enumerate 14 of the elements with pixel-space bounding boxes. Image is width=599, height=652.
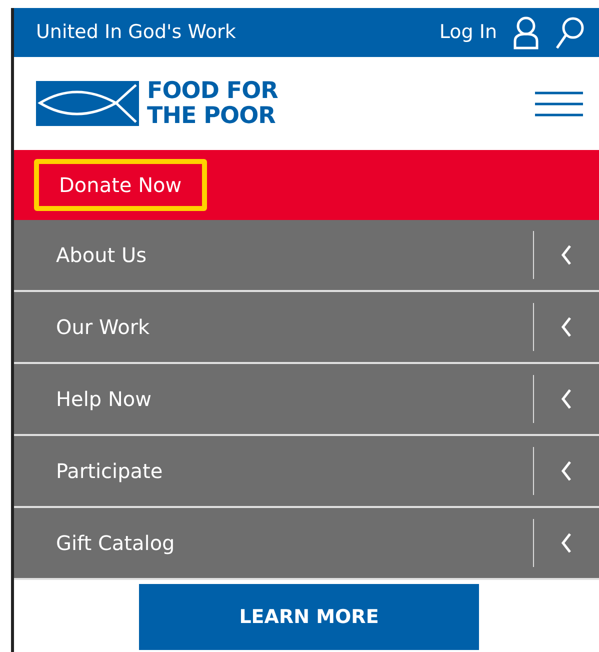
fish-logo-icon [36, 81, 139, 126]
menu-item[interactable]: Help Now [14, 384, 152, 414]
donate-link[interactable]: Donate Now [34, 159, 207, 211]
menu-item[interactable]: Our Work [14, 312, 150, 342]
user-icon[interactable] [513, 16, 539, 50]
search-icon[interactable] [555, 16, 585, 50]
tagline: United In God's Work [36, 20, 236, 46]
menu-icon[interactable] [535, 90, 583, 116]
menu-item[interactable]: Participate [14, 456, 163, 486]
logo-text[interactable]: FOOD FOR THE POOR [147, 78, 278, 128]
menu-item[interactable]: About Us [14, 240, 147, 270]
login-link[interactable]: Log In [439, 18, 497, 47]
learn-more-button[interactable]: LEARN MORE [139, 584, 479, 650]
menu-item[interactable]: Gift Catalog [14, 528, 175, 558]
